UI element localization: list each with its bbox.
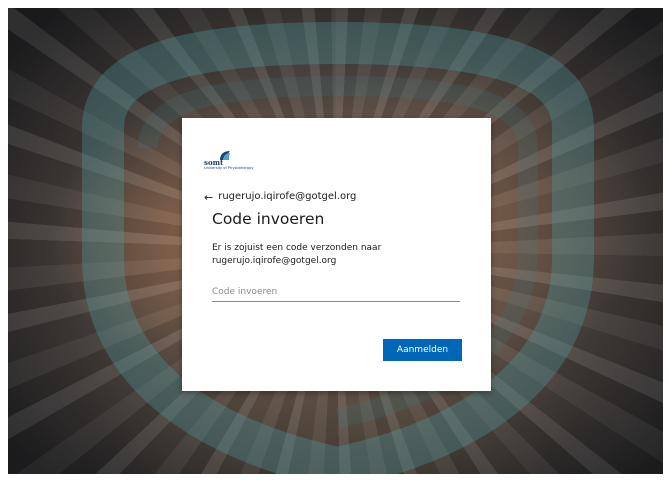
account-email: rugerujo.iqirofe@gotgel.org bbox=[218, 191, 357, 202]
sign-in-button[interactable]: Aanmelden bbox=[383, 339, 462, 361]
back-to-account-link[interactable]: ← rugerujo.iqirofe@gotgel.org bbox=[204, 190, 356, 204]
org-logo-subtitle: University of Physiotherapy bbox=[204, 166, 254, 170]
page: somt University of Physiotherapy ← ruger… bbox=[0, 0, 669, 502]
signin-card: somt University of Physiotherapy ← ruger… bbox=[182, 118, 491, 391]
code-sent-description: Er is zojuist een code verzonden naar ru… bbox=[212, 243, 382, 266]
page-title: Code invoeren bbox=[212, 210, 325, 228]
org-logo-name: somt bbox=[204, 158, 224, 167]
arrow-left-icon[interactable]: ← bbox=[204, 192, 213, 203]
code-input[interactable] bbox=[212, 283, 460, 302]
org-logo: somt University of Physiotherapy bbox=[204, 149, 284, 171]
